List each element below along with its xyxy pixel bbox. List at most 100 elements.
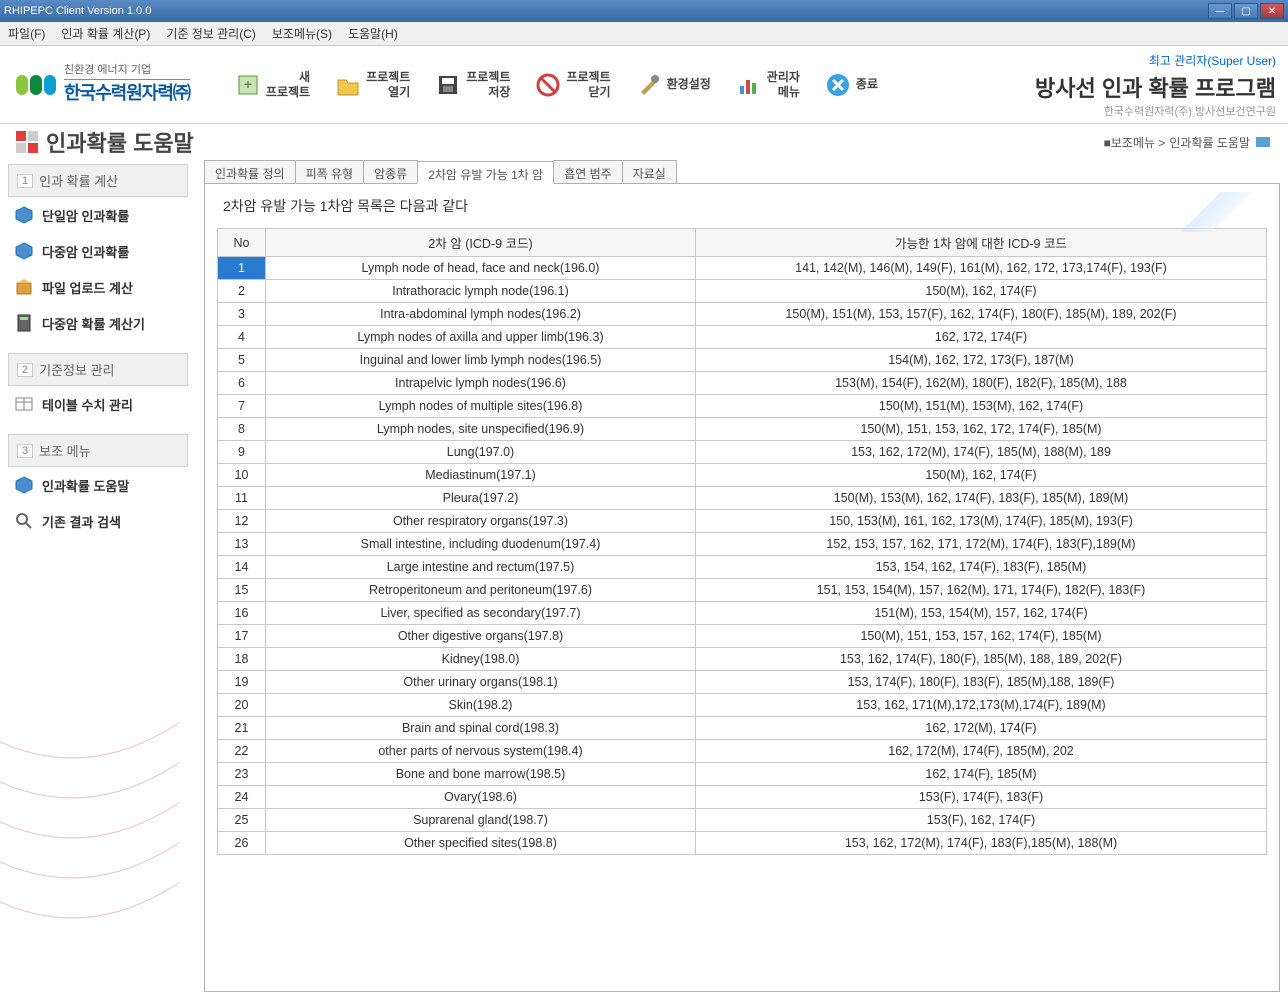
cell-codes: 150(M), 162, 174(F) bbox=[696, 464, 1267, 487]
content-tab[interactable]: 자료실 bbox=[622, 160, 677, 183]
table-row[interactable]: 21Brain and spinal cord(198.3)162, 172(M… bbox=[218, 717, 1267, 740]
cell-codes: 153, 162, 171(M),172,173(M),174(F), 189(… bbox=[696, 694, 1267, 717]
sidebar: 1인과 확률 계산단일암 인과확률다중암 인과확률파일 업로드 계산다중암 확률… bbox=[0, 160, 196, 992]
cell-name: Brain and spinal cord(198.3) bbox=[266, 717, 696, 740]
admin-menu-button[interactable]: 관리자 메뉴 bbox=[727, 66, 808, 103]
table-row[interactable]: 1Lymph node of head, face and neck(196.0… bbox=[218, 257, 1267, 280]
table-row[interactable]: 4Lymph nodes of axilla and upper limb(19… bbox=[218, 326, 1267, 349]
sidebar-item[interactable]: 기존 결과 검색 bbox=[8, 503, 188, 539]
sidebar-item[interactable]: 인과확률 도움말 bbox=[8, 467, 188, 503]
cell-codes: 151(M), 153, 154(M), 157, 162, 174(F) bbox=[696, 602, 1267, 625]
content-tab[interactable]: 흡연 범주 bbox=[553, 160, 623, 183]
table-row[interactable]: 14Large intestine and rectum(197.5)153, … bbox=[218, 556, 1267, 579]
menubar: 파일(F) 인과 확률 계산(P) 기준 정보 관리(C) 보조메뉴(S) 도움말(H) bbox=[0, 22, 1288, 46]
exit-icon bbox=[824, 71, 852, 99]
cell-no: 14 bbox=[218, 556, 266, 579]
cell-no: 23 bbox=[218, 763, 266, 786]
table-row[interactable]: 3Intra-abdominal lymph nodes(196.2)150(M… bbox=[218, 303, 1267, 326]
sidebar-item-label: 다중암 확률 계산기 bbox=[42, 314, 145, 333]
th-no: No bbox=[218, 229, 266, 257]
sidebar-item-label: 기존 결과 검색 bbox=[42, 512, 121, 531]
menu-item[interactable]: 보조메뉴(S) bbox=[272, 25, 332, 42]
cell-codes: 151, 153, 154(M), 157, 162(M), 171, 174(… bbox=[696, 579, 1267, 602]
cell-no: 26 bbox=[218, 832, 266, 855]
menu-item[interactable]: 파일(F) bbox=[8, 25, 45, 42]
content-tabs: 인과확률 정의피폭 유형암종류2차암 유발 가능 1차 암흡연 범주자료실 bbox=[204, 160, 1280, 184]
sidebar-group-header: 3보조 메뉴 bbox=[8, 434, 188, 467]
table-row[interactable]: 18Kidney(198.0)153, 162, 174(F), 180(F),… bbox=[218, 648, 1267, 671]
cell-name: Lymph nodes, site unspecified(196.9) bbox=[266, 418, 696, 441]
cell-no: 1 bbox=[218, 257, 266, 280]
table-row[interactable]: 5Inguinal and lower limb lymph nodes(196… bbox=[218, 349, 1267, 372]
maximize-button[interactable]: ▢ bbox=[1234, 3, 1258, 19]
cell-codes: 141, 142(M), 146(M), 149(F), 161(M), 162… bbox=[696, 257, 1267, 280]
table-row[interactable]: 23Bone and bone marrow(198.5)162, 174(F)… bbox=[218, 763, 1267, 786]
table-row[interactable]: 26Other specified sites(198.8)153, 162, … bbox=[218, 832, 1267, 855]
cell-name: Bone and bone marrow(198.5) bbox=[266, 763, 696, 786]
svg-text:+: + bbox=[244, 76, 252, 92]
logo-main: 한국수력원자력㈜ bbox=[64, 82, 190, 105]
page-title-icon bbox=[16, 131, 38, 153]
table-row[interactable]: 12Other respiratory organs(197.3)150, 15… bbox=[218, 510, 1267, 533]
menu-item[interactable]: 기준 정보 관리(C) bbox=[166, 25, 256, 42]
sidebar-item[interactable]: 다중암 인과확률 bbox=[8, 233, 188, 269]
new-project-button[interactable]: +새 프로젝트 bbox=[226, 66, 318, 103]
open-project-button[interactable]: 프로젝트 열기 bbox=[326, 66, 418, 103]
sidebar-item-icon bbox=[14, 511, 34, 531]
table-row[interactable]: 16Liver, specified as secondary(197.7)15… bbox=[218, 602, 1267, 625]
table-row[interactable]: 24Ovary(198.6)153(F), 174(F), 183(F) bbox=[218, 786, 1267, 809]
content-tab[interactable]: 인과확률 정의 bbox=[204, 160, 296, 183]
content-tab[interactable]: 2차암 유발 가능 1차 암 bbox=[417, 161, 554, 184]
close-project-icon bbox=[534, 71, 562, 99]
sidebar-item-label: 테이블 수치 관리 bbox=[42, 395, 133, 414]
table-row[interactable]: 19Other urinary organs(198.1)153, 174(F)… bbox=[218, 671, 1267, 694]
menu-item[interactable]: 인과 확률 계산(P) bbox=[61, 25, 150, 42]
cell-no: 2 bbox=[218, 280, 266, 303]
table-row[interactable]: 22other parts of nervous system(198.4)16… bbox=[218, 740, 1267, 763]
cell-name: Kidney(198.0) bbox=[266, 648, 696, 671]
sidebar-item[interactable]: 테이블 수치 관리 bbox=[8, 386, 188, 422]
table-row[interactable]: 15Retroperitoneum and peritoneum(197.6)1… bbox=[218, 579, 1267, 602]
cell-codes: 162, 172(M), 174(F), 185(M), 202 bbox=[696, 740, 1267, 763]
table-row[interactable]: 17Other digestive organs(197.8)150(M), 1… bbox=[218, 625, 1267, 648]
table-row[interactable]: 20Skin(198.2)153, 162, 171(M),172,173(M)… bbox=[218, 694, 1267, 717]
cell-name: Skin(198.2) bbox=[266, 694, 696, 717]
cell-no: 4 bbox=[218, 326, 266, 349]
cell-no: 21 bbox=[218, 717, 266, 740]
sidebar-item-icon bbox=[14, 205, 34, 225]
cell-no: 22 bbox=[218, 740, 266, 763]
table-row[interactable]: 6Intrapelvic lymph nodes(196.6)153(M), 1… bbox=[218, 372, 1267, 395]
cell-codes: 153, 162, 172(M), 174(F), 183(F),185(M),… bbox=[696, 832, 1267, 855]
menu-item[interactable]: 도움말(H) bbox=[348, 25, 398, 42]
table-row[interactable]: 10Mediastinum(197.1)150(M), 162, 174(F) bbox=[218, 464, 1267, 487]
sidebar-item[interactable]: 단일암 인과확률 bbox=[8, 197, 188, 233]
content-tab[interactable]: 암종류 bbox=[363, 160, 418, 183]
table-row[interactable]: 8Lymph nodes, site unspecified(196.9)150… bbox=[218, 418, 1267, 441]
cell-no: 10 bbox=[218, 464, 266, 487]
table-row[interactable]: 13Small intestine, including duodenum(19… bbox=[218, 533, 1267, 556]
cell-no: 8 bbox=[218, 418, 266, 441]
exit-button[interactable]: 종료 bbox=[816, 67, 886, 103]
breadcrumb: ■보조메뉴 > 인과확률 도움말 bbox=[1104, 134, 1272, 151]
cell-codes: 153(F), 174(F), 183(F) bbox=[696, 786, 1267, 809]
env-settings-button[interactable]: 환경설정 bbox=[627, 67, 719, 103]
sidebar-item[interactable]: 파일 업로드 계산 bbox=[8, 269, 188, 305]
cell-no: 11 bbox=[218, 487, 266, 510]
minimize-button[interactable]: — bbox=[1208, 3, 1232, 19]
table-row[interactable]: 7Lymph nodes of multiple sites(196.8)150… bbox=[218, 395, 1267, 418]
content-tab[interactable]: 피폭 유형 bbox=[295, 160, 365, 183]
save-project-button[interactable]: 프로젝트 저장 bbox=[426, 66, 518, 103]
table-row[interactable]: 25Suprarenal gland(198.7)153(F), 162, 17… bbox=[218, 809, 1267, 832]
table-row[interactable]: 11Pleura(197.2)150(M), 153(M), 162, 174(… bbox=[218, 487, 1267, 510]
sidebar-item[interactable]: 다중암 확률 계산기 bbox=[8, 305, 188, 341]
table-row[interactable]: 2Intrathoracic lymph node(196.1)150(M), … bbox=[218, 280, 1267, 303]
th-codes: 가능한 1차 암에 대한 ICD-9 코드 bbox=[696, 229, 1267, 257]
cell-codes: 150(M), 151, 153, 162, 172, 174(F), 185(… bbox=[696, 418, 1267, 441]
app-header: 친환경 에너지 기업 한국수력원자력㈜ +새 프로젝트 프로젝트 열기 프로젝트… bbox=[0, 46, 1288, 124]
close-button[interactable]: ✕ bbox=[1260, 3, 1284, 19]
close-project-button[interactable]: 프로젝트 닫기 bbox=[526, 66, 618, 103]
admin-user-link[interactable]: 최고 관리자(Super User) bbox=[1035, 52, 1276, 69]
table-row[interactable]: 9Lung(197.0)153, 162, 172(M), 174(F), 18… bbox=[218, 441, 1267, 464]
breadcrumb-icon bbox=[1254, 135, 1272, 149]
sidebar-item-icon bbox=[14, 277, 34, 297]
